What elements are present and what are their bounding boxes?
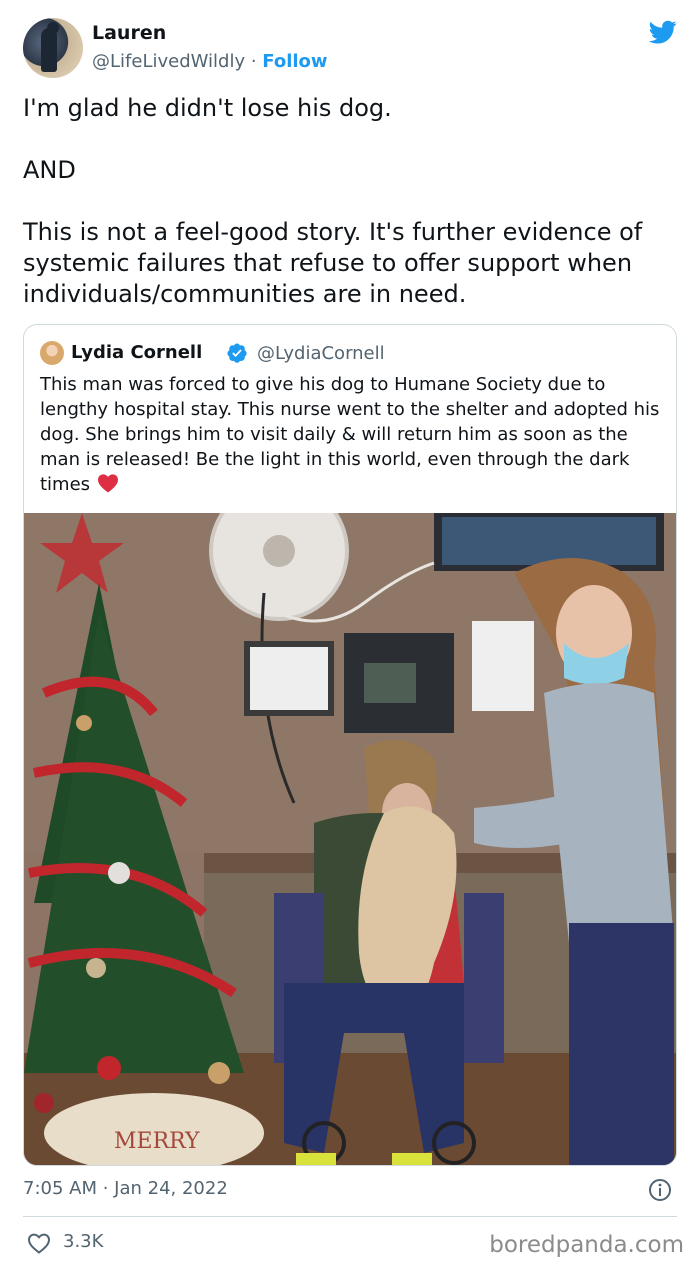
watermark: boredpanda.com <box>489 1232 684 1258</box>
like-heart-icon[interactable] <box>27 1232 51 1254</box>
quoted-author-avatar <box>40 341 64 365</box>
like-count: 3.3K <box>63 1231 104 1252</box>
quoted-author-handle: @LydiaCornell <box>257 343 385 364</box>
photo-illustration: MERRY <box>24 513 676 1165</box>
author-handle-line: @LifeLivedWildly · Follow <box>92 51 328 72</box>
tweet-timestamp[interactable]: 7:05 AM · Jan 24, 2022 <box>23 1178 228 1199</box>
author-handle[interactable]: @LifeLivedWildly <box>92 51 245 72</box>
quoted-author-name: Lydia Cornell <box>71 342 203 363</box>
photo-banner-text: MERRY <box>114 1129 200 1154</box>
quoted-tweet[interactable]: Lydia Cornell @LydiaCornell This man was… <box>23 324 677 1166</box>
tweet-header: Lauren @LifeLivedWildly · Follow <box>23 18 683 80</box>
quoted-tweet-body: This man was forced to give his dog to H… <box>40 374 660 495</box>
red-heart-emoji-icon <box>97 474 118 493</box>
verified-badge-icon <box>227 343 247 363</box>
author-avatar[interactable] <box>23 18 83 78</box>
follow-button[interactable]: Follow <box>262 51 327 72</box>
twitter-bird-icon[interactable] <box>647 18 679 46</box>
quoted-tweet-text: This man was forced to give his dog to H… <box>40 372 660 497</box>
tweet-text: I'm glad he didn't lose his dog. AND Thi… <box>23 94 643 308</box>
divider <box>23 1216 677 1217</box>
tweet-photo[interactable]: MERRY <box>24 513 676 1165</box>
author-name[interactable]: Lauren <box>92 22 166 44</box>
info-icon[interactable] <box>648 1178 672 1202</box>
separator: · <box>245 51 263 72</box>
